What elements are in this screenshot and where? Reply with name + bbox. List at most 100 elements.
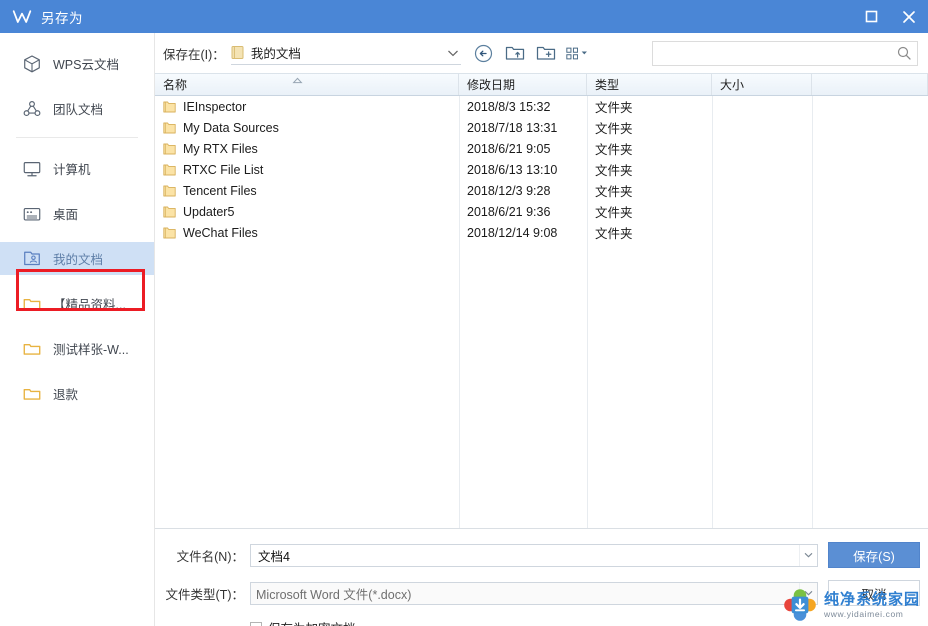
window-title: 另存为	[41, 10, 83, 26]
encrypt-row[interactable]: 保存为加密文档	[155, 618, 928, 626]
column-header-date[interactable]: 修改日期	[459, 74, 587, 95]
search-input[interactable]	[661, 40, 897, 66]
cell-type: 文件夹	[595, 143, 633, 157]
folder-up-icon	[505, 46, 524, 60]
table-row[interactable]: Tencent Files 2018/12/3 9:28 文件夹	[155, 180, 928, 201]
table-row[interactable]: My RTX Files 2018/6/21 9:05 文件夹	[155, 138, 928, 159]
sidebar-item-computer[interactable]: 计算机	[0, 152, 154, 185]
column-header-name[interactable]: 名称	[155, 74, 459, 95]
folder-icon	[23, 388, 41, 400]
folder-icon	[163, 101, 176, 112]
up-folder-button[interactable]	[504, 42, 526, 64]
column-label: 修改日期	[467, 78, 516, 92]
search-box[interactable]	[652, 40, 918, 66]
sidebar-item-label: WPS云文档	[53, 58, 119, 72]
sidebar-item-label: 桌面	[53, 208, 79, 222]
location-toolbar: 保存在(I)： 我的文档	[155, 33, 928, 73]
save-as-dialog: 另存为 WPS云文档 团队文档 计算机 桌面 我的文档 【精品资料... 测试样…	[0, 0, 928, 626]
window-controls	[852, 0, 928, 33]
search-icon	[897, 46, 911, 60]
cell-date: 2018/12/14 9:08	[467, 225, 558, 240]
save-in-label: 保存在(I)：	[163, 47, 225, 62]
folder-small-icon	[231, 46, 244, 59]
sidebar-item-folder-3[interactable]: 退款	[0, 377, 154, 410]
folder-new-icon	[536, 46, 555, 60]
back-button[interactable]	[473, 42, 495, 64]
path-dropdown[interactable]: 我的文档	[230, 41, 461, 65]
sidebar-item-label: 团队文档	[53, 103, 104, 117]
save-button[interactable]: 保存(S)	[828, 542, 920, 568]
cell-name: WeChat Files	[155, 226, 459, 240]
file-list: 名称 修改日期 类型 大小 IEInspector 2018/8/3 15:32…	[155, 73, 928, 528]
filetype-combo[interactable]: Microsoft Word 文件(*.docx)	[250, 581, 818, 605]
filetype-row: 文件类型(T)： Microsoft Word 文件(*.docx) 取消	[155, 580, 928, 606]
file-name-text: Tencent Files	[183, 183, 257, 198]
maximize-button[interactable]	[852, 0, 890, 33]
column-header-size[interactable]: 大小	[712, 74, 812, 95]
file-name-text: RTXC File List	[183, 162, 264, 177]
cell-date: 2018/7/18 13:31	[467, 120, 558, 135]
cell-name: Tencent Files	[155, 184, 459, 198]
filename-row: 文件名(N)： 保存(S)	[155, 542, 928, 568]
folder-icon	[23, 343, 41, 355]
table-row[interactable]: My Data Sources 2018/7/18 13:31 文件夹	[155, 117, 928, 138]
encrypt-checkbox[interactable]	[250, 621, 262, 626]
new-folder-button[interactable]	[535, 42, 557, 64]
cell-name: IEInspector	[155, 100, 459, 114]
chevron-down-icon[interactable]	[799, 582, 817, 604]
cell-date: 2018/6/21 9:05	[467, 141, 551, 156]
close-icon	[903, 10, 915, 23]
cell-name: My RTX Files	[155, 142, 459, 156]
sidebar-item-desktop[interactable]: 桌面	[0, 197, 154, 230]
table-row[interactable]: RTXC File List 2018/6/13 13:10 文件夹	[155, 159, 928, 180]
cell-name: My Data Sources	[155, 121, 459, 135]
sidebar-item-label: 测试样张-W...	[53, 343, 129, 357]
cell-type: 文件夹	[595, 185, 633, 199]
sidebar-item-label: 计算机	[53, 163, 91, 177]
sidebar-item-folder-2[interactable]: 测试样张-W...	[0, 332, 154, 365]
sort-ascending-icon	[292, 77, 303, 84]
grid-view-icon	[566, 47, 578, 59]
sidebar-item-team-docs[interactable]: 团队文档	[0, 92, 154, 125]
filename-combo[interactable]	[250, 543, 818, 567]
wps-w-logo-icon	[12, 9, 32, 23]
filetype-value: Microsoft Word 文件(*.docx)	[256, 587, 412, 602]
filetype-label: 文件类型(T)：	[165, 587, 244, 602]
column-label: 名称	[163, 78, 188, 92]
sidebar-item-my-documents[interactable]: 我的文档	[0, 242, 154, 275]
file-name-text: IEInspector	[183, 99, 247, 114]
cancel-button[interactable]: 取消	[828, 580, 920, 606]
encrypt-label: 保存为加密文档	[268, 618, 356, 626]
close-button[interactable]	[890, 0, 928, 33]
folder-icon	[163, 164, 176, 175]
save-form: 文件名(N)： 保存(S) 文件类型(T)： Microso	[155, 528, 928, 626]
maximize-icon	[865, 10, 877, 23]
file-name-text: My RTX Files	[183, 141, 258, 156]
file-list-header: 名称 修改日期 类型 大小	[155, 73, 928, 96]
sidebar-item-folder-1[interactable]: 【精品资料...	[0, 287, 154, 320]
file-list-body[interactable]: IEInspector 2018/8/3 15:32 文件夹 My Data Sour…	[155, 96, 928, 528]
cell-type: 文件夹	[595, 206, 633, 220]
column-label: 类型	[595, 78, 620, 92]
cell-name: Updater5	[155, 205, 459, 219]
file-rows: IEInspector 2018/8/3 15:32 文件夹 My Data Sour…	[155, 96, 928, 243]
chevron-down-icon	[581, 51, 588, 55]
places-sidebar: WPS云文档 团队文档 计算机 桌面 我的文档 【精品资料... 测试样张-W.…	[0, 33, 155, 626]
table-row[interactable]: IEInspector 2018/8/3 15:32 文件夹	[155, 96, 928, 117]
view-options-button[interactable]	[566, 42, 588, 64]
sidebar-item-label: 我的文档	[53, 253, 104, 267]
table-row[interactable]: Updater5 2018/6/21 9:36 文件夹	[155, 201, 928, 222]
cell-name: RTXC File List	[155, 163, 459, 177]
my-documents-icon	[24, 251, 40, 265]
table-row[interactable]: WeChat Files 2018/12/14 9:08 文件夹	[155, 222, 928, 243]
title-bar: 另存为	[0, 0, 928, 33]
team-share-icon	[23, 100, 41, 116]
filename-input[interactable]	[256, 543, 799, 567]
cell-date: 2018/12/3 9:28	[467, 183, 551, 198]
sidebar-item-label: 退款	[53, 388, 79, 402]
chevron-down-icon[interactable]	[799, 544, 817, 566]
main-pane: 保存在(I)： 我的文档 名称 修改日期 类型 大小 IEInspector 2…	[155, 33, 928, 626]
current-path-text: 我的文档	[250, 47, 301, 61]
sidebar-item-wps-cloud[interactable]: WPS云文档	[0, 47, 154, 80]
column-header-type[interactable]: 类型	[587, 74, 712, 95]
